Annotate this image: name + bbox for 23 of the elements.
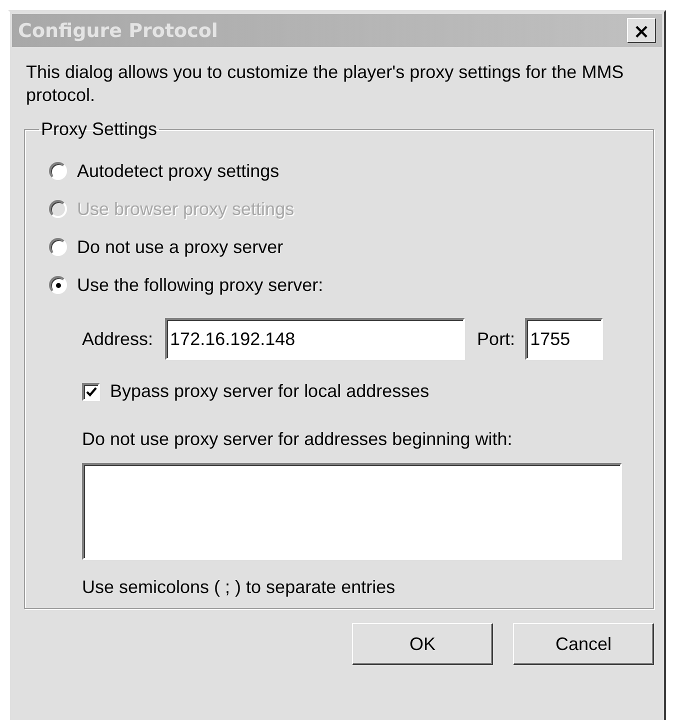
checkbox[interactable] xyxy=(82,382,100,400)
cancel-button[interactable]: Cancel xyxy=(513,623,654,665)
exceptions-field[interactable] xyxy=(82,463,622,560)
port-field[interactable]: 1755 xyxy=(525,318,604,360)
radio-label: Autodetect proxy settings xyxy=(77,160,280,182)
radio-label: Do not use a proxy server xyxy=(77,236,284,258)
hint-text: Use semicolons ( ; ) to separate entries xyxy=(82,577,396,598)
group-title: Proxy Settings xyxy=(40,119,158,140)
ok-button[interactable]: OK xyxy=(352,623,493,665)
radio-button[interactable] xyxy=(49,238,67,256)
check-mark-icon xyxy=(86,386,96,396)
checkbox-label: Bypass proxy server for local addresses xyxy=(110,381,430,402)
radio-button[interactable] xyxy=(49,276,67,294)
description-text: This dialog allows you to customize the player's proxy settings for the MMS protocol. xyxy=(26,61,625,107)
address-field[interactable]: 172.16.192.148 xyxy=(165,318,466,360)
radio-label: Use the following proxy server: xyxy=(77,274,324,296)
radio-label: Use browser proxy settings xyxy=(77,198,294,220)
window-title: Configure Protocol xyxy=(18,20,218,42)
port-label: Port: xyxy=(477,328,516,350)
close-button[interactable]: × xyxy=(627,18,656,43)
exceptions-label: Do not use proxy server for addresses beginning with: xyxy=(82,429,514,450)
address-label: Address: xyxy=(82,328,154,350)
radio-button[interactable] xyxy=(49,162,67,180)
